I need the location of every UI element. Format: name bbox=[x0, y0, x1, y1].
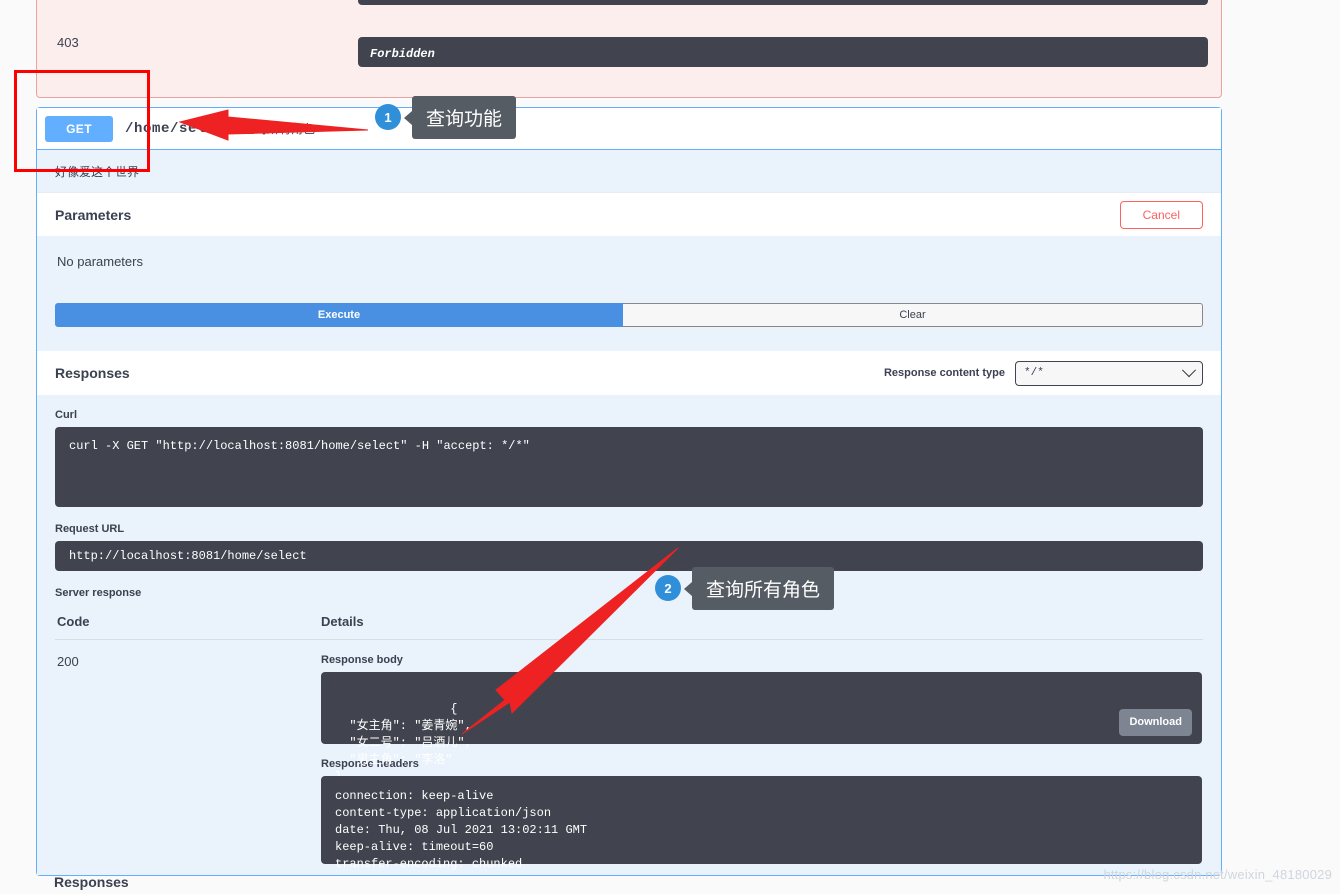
execute-button[interactable]: Execute bbox=[55, 303, 623, 327]
opblock-summary[interactable]: GET /home/select 查询所有角色 bbox=[37, 108, 1221, 150]
response-402-code-box bbox=[358, 0, 1208, 5]
curl-label: Curl bbox=[55, 409, 77, 421]
table-header-row: Code Details bbox=[55, 613, 1203, 640]
response-content-type-select[interactable]: */* bbox=[1015, 360, 1203, 386]
server-response-table: Code Details 200 Response body { "女主角": … bbox=[55, 613, 1203, 871]
responses-title: Responses bbox=[55, 365, 130, 381]
response-status-code: 200 bbox=[57, 654, 79, 669]
response-403-description-box: Forbidden bbox=[358, 37, 1208, 67]
responses-body: Curl curl -X GET "http://localhost:8081/… bbox=[37, 395, 1221, 875]
response-403-code: 403 bbox=[57, 35, 79, 50]
request-url-label: Request URL bbox=[55, 523, 125, 535]
annotation-tooltip-1: 查询功能 bbox=[403, 96, 517, 139]
download-button[interactable]: Download bbox=[1119, 709, 1192, 736]
execute-clear-row: Execute Clear bbox=[55, 303, 1203, 327]
watermark: https://blog.csdn.net/weixin_48180029 bbox=[1103, 867, 1332, 882]
chevron-down-icon bbox=[1181, 363, 1197, 378]
annotation-badge-2: 2 bbox=[655, 575, 681, 601]
parameters-body: No parameters Execute Clear bbox=[37, 236, 1221, 351]
annotation-tooltip-2: 查询所有角色 bbox=[683, 567, 835, 610]
response-body-label: Response body bbox=[321, 654, 403, 666]
column-header-details: Details bbox=[320, 613, 1203, 640]
response-403-block: 403 Forbidden bbox=[36, 0, 1222, 98]
swagger-ui-screenshot: 403 Forbidden GET /home/select 查询所有角色 好像… bbox=[0, 0, 1340, 894]
column-header-code: Code bbox=[55, 613, 320, 640]
response-body-box[interactable]: { "女主角": "姜青婉", "女二号": "吕酒儿", "男主角": "李洛… bbox=[321, 672, 1202, 784]
http-method-badge: GET bbox=[45, 115, 113, 142]
opblock-get-home-select: GET /home/select 查询所有角色 好像爱这个世界 Paramete… bbox=[36, 107, 1222, 876]
clear-button[interactable]: Clear bbox=[623, 303, 1203, 327]
response-body-content: { "女主角": "姜青婉", "女二号": "吕酒儿", "男主角": "李洛… bbox=[335, 702, 472, 784]
server-response-label: Server response bbox=[55, 587, 142, 599]
response-headers-box[interactable]: connection: keep-alive content-type: app… bbox=[321, 776, 1202, 871]
request-url-box[interactable]: http://localhost:8081/home/select bbox=[55, 541, 1203, 571]
curl-command-box[interactable]: curl -X GET "http://localhost:8081/home/… bbox=[55, 427, 1203, 507]
parameters-title: Parameters bbox=[55, 206, 132, 223]
responses-header: Responses Response content type */* bbox=[37, 351, 1221, 395]
annotation-badge-1: 1 bbox=[375, 104, 401, 130]
response-403-description: Forbidden bbox=[370, 47, 435, 61]
response-content-type-group: Response content type */* bbox=[883, 360, 1203, 386]
response-content-type-label: Response content type bbox=[883, 367, 1005, 379]
parameters-header: Parameters Cancel bbox=[37, 192, 1221, 236]
response-details-cell: Response body { "女主角": "姜青婉", "女二号": "吕酒… bbox=[320, 640, 1203, 871]
operation-description: 好像爱这个世界 bbox=[37, 150, 1221, 192]
table-row: 200 Response body { "女主角": "姜青婉", "女二号":… bbox=[55, 640, 1203, 871]
no-parameters-text: No parameters bbox=[57, 254, 143, 269]
response-headers-label: Response headers bbox=[321, 758, 1202, 770]
bottom-responses-title: Responses bbox=[54, 874, 129, 890]
cancel-button[interactable]: Cancel bbox=[1119, 200, 1203, 229]
operation-path: /home/select bbox=[125, 120, 234, 137]
response-content-type-value: */* bbox=[1024, 367, 1044, 379]
operation-summary: 查询所有角色 bbox=[243, 122, 316, 136]
